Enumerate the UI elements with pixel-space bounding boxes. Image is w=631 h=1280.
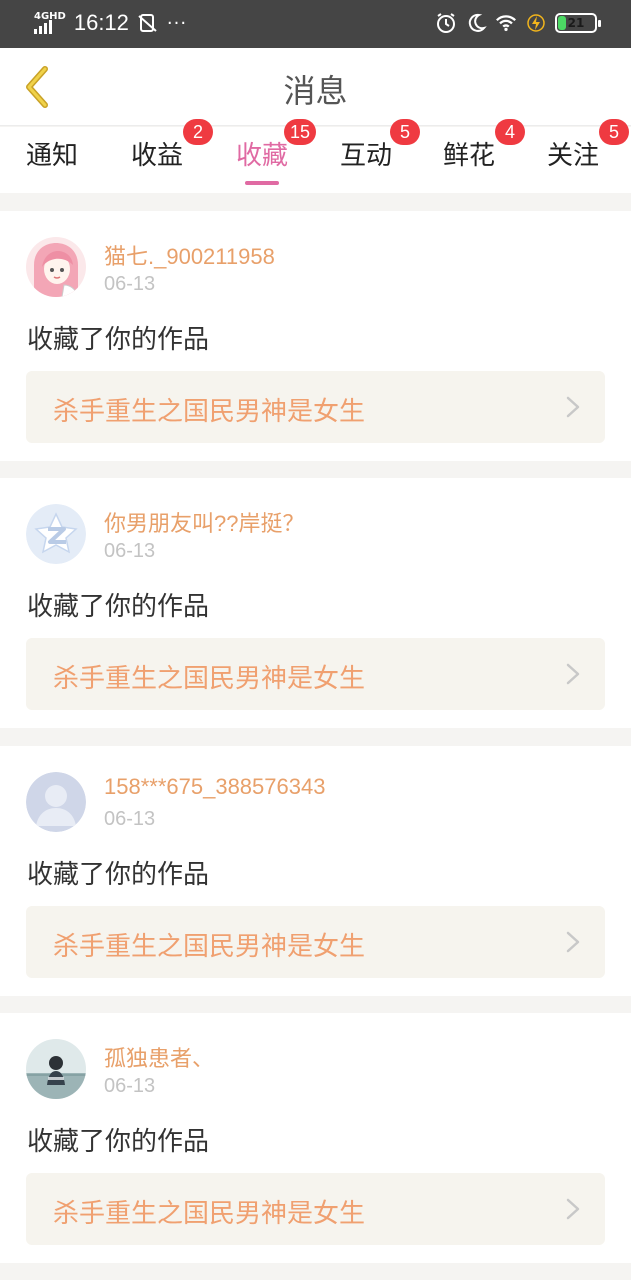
unread-badge: 5 — [599, 119, 629, 145]
action-text: 收藏了你的作品 — [27, 860, 210, 890]
date: 06-13 — [104, 540, 156, 562]
username[interactable]: 你男朋友叫??岸挺？ — [104, 506, 304, 538]
list-item: 孤独患者、 06-13 收藏了你的作品 杀手重生之国民男神是女生 — [0, 1013, 631, 1263]
avatar[interactable] — [26, 237, 86, 297]
signal-icon — [34, 20, 52, 34]
moon-icon — [465, 12, 487, 34]
tab-label: 收藏 — [236, 141, 289, 171]
work-title: 杀手重生之国民男神是女生 — [53, 932, 366, 962]
work-title: 杀手重生之国民男神是女生 — [53, 397, 366, 427]
tab-earnings[interactable]: 收益 2 — [131, 119, 213, 193]
charging-icon — [525, 12, 547, 34]
work-link[interactable]: 杀手重生之国民男神是女生 — [26, 906, 605, 978]
clock: 16:12 — [73, 10, 129, 35]
work-link[interactable]: 杀手重生之国民男神是女生 — [26, 371, 605, 443]
status-bar: 4GHD 16:12 ··· 21 — [0, 0, 631, 48]
top-bar: 消息 — [0, 48, 631, 126]
list-item: 你男朋友叫??岸挺？ 06-13 收藏了你的作品 杀手重生之国民男神是女生 — [0, 478, 631, 728]
tab-label: 互动 — [340, 141, 393, 171]
action-text: 收藏了你的作品 — [27, 325, 210, 355]
username[interactable]: 孤独患者、 — [104, 1041, 214, 1073]
work-link[interactable]: 杀手重生之国民男神是女生 — [26, 1173, 605, 1245]
unread-badge: 2 — [183, 119, 213, 145]
action-text: 收藏了你的作品 — [27, 592, 210, 622]
avatar[interactable] — [26, 772, 86, 832]
username[interactable]: 猫七._900211958 — [104, 239, 275, 271]
unread-badge: 4 — [495, 119, 525, 145]
username[interactable]: 158***675_388576343 — [104, 774, 325, 800]
tab-interactions[interactable]: 互动 5 — [340, 119, 420, 193]
unread-badge: 5 — [390, 119, 420, 145]
chevron-right-icon — [566, 931, 580, 953]
date: 06-13 — [104, 1075, 156, 1097]
work-title: 杀手重生之国民男神是女生 — [53, 1199, 366, 1229]
avatar[interactable] — [26, 1039, 86, 1099]
alarm-icon — [435, 12, 457, 34]
avatar[interactable] — [26, 504, 86, 564]
date: 06-13 — [104, 808, 156, 830]
tab-label: 鲜花 — [443, 141, 496, 171]
sim-off-icon — [137, 12, 159, 34]
battery-icon: 21 — [555, 13, 601, 33]
tab-label: 通知 — [26, 141, 79, 171]
tab-label: 收益 — [131, 141, 184, 171]
tab-bar: 通知 收益 2 收藏 15 互动 5 鲜花 4 关注 5 — [0, 119, 631, 193]
battery-level: 21 — [567, 16, 585, 30]
tab-follows[interactable]: 关注 5 — [547, 119, 629, 193]
chevron-right-icon — [566, 1198, 580, 1220]
date: 06-13 — [104, 273, 156, 295]
unread-badge: 15 — [284, 119, 317, 145]
tab-flowers[interactable]: 鲜花 4 — [443, 119, 525, 193]
list-item: 猫七._900211958 06-13 收藏了你的作品 杀手重生之国民男神是女生 — [0, 211, 631, 461]
tab-notifications[interactable]: 通知 — [26, 127, 78, 193]
active-tab-indicator — [245, 181, 279, 185]
work-link[interactable]: 杀手重生之国民男神是女生 — [26, 638, 605, 710]
wifi-icon — [495, 12, 517, 34]
tab-favorites[interactable]: 收藏 15 — [236, 119, 317, 193]
tab-label: 关注 — [547, 141, 600, 171]
chevron-right-icon — [566, 663, 580, 685]
chevron-right-icon — [566, 396, 580, 418]
list-item: 158***675_388576343 06-13 收藏了你的作品 杀手重生之国… — [0, 746, 631, 996]
page-title: 消息 — [283, 72, 348, 110]
action-text: 收藏了你的作品 — [27, 1127, 210, 1157]
more-notifications-icon: ··· — [166, 12, 188, 34]
work-title: 杀手重生之国民男神是女生 — [53, 664, 366, 694]
